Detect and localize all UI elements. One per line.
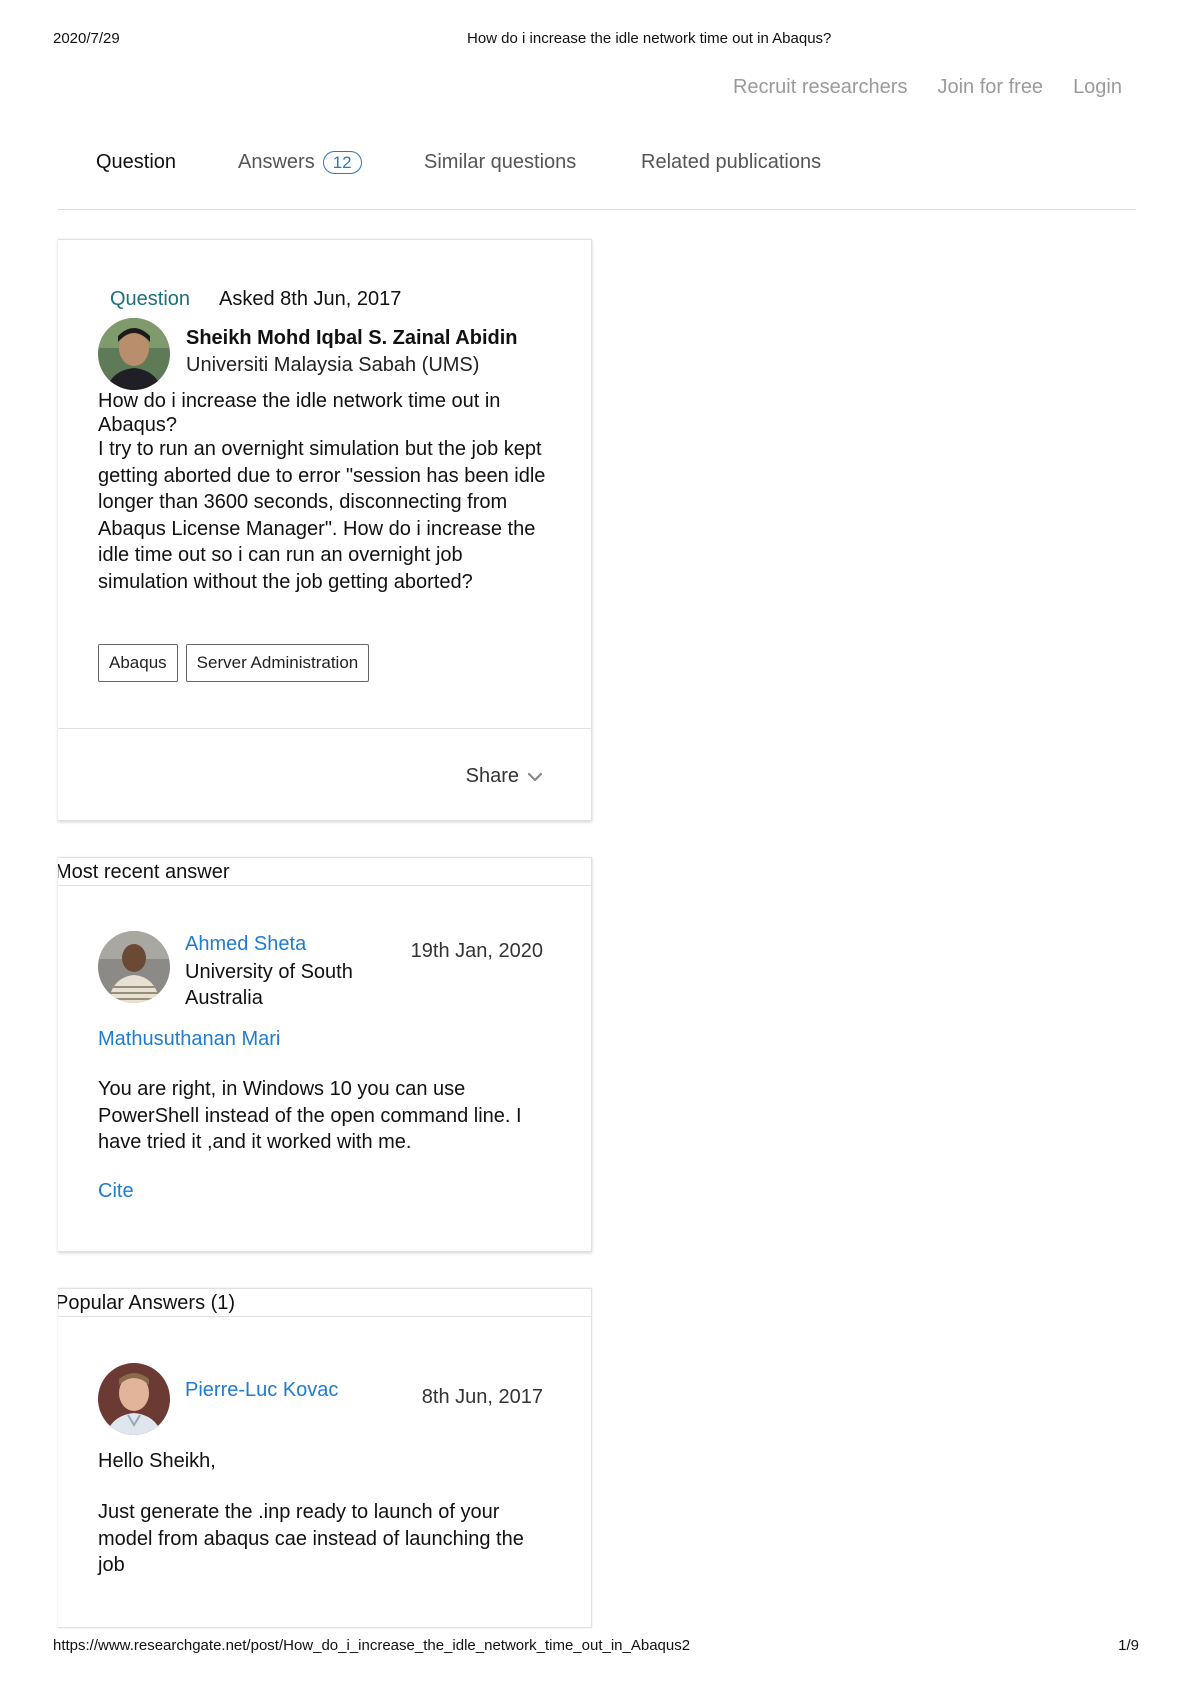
answer-body: You are right, in Windows 10 you can use… <box>98 1078 522 1154</box>
print-title: How do i increase the idle network time … <box>467 30 832 47</box>
top-nav: Recruit researchers Join for free Login <box>733 76 1122 99</box>
question-title: How do i increase the idle network time … <box>98 390 501 436</box>
answer-body: Just generate the .inp ready to launch o… <box>98 1501 524 1577</box>
answer-author-name[interactable]: Ahmed Sheta <box>185 933 306 956</box>
answer-date: 19th Jan, 2020 <box>410 940 543 962</box>
question-tags: Abaqus Server Administration <box>98 644 370 682</box>
mentioned-user-link[interactable]: Mathusuthanan Mari <box>98 1028 280 1051</box>
print-page-number: 1/9 <box>1118 1637 1139 1654</box>
question-author-name[interactable]: Sheikh Mohd Iqbal S. Zainal Abidin <box>186 327 518 350</box>
section-heading-most-recent: Most recent answer <box>58 858 591 886</box>
print-date: 2020/7/29 <box>53 30 120 47</box>
question-body: I try to run an overnight simulation but… <box>98 438 546 593</box>
page-tabs: Question Answers 12 Similar questions Re… <box>58 140 1136 210</box>
cite-link[interactable]: Cite <box>98 1180 134 1203</box>
tab-answers[interactable]: Answers 12 <box>238 151 362 174</box>
question-asked-date: Asked 8th Jun, 2017 <box>219 288 402 310</box>
question-type-label: Question <box>110 288 191 310</box>
most-recent-heading: Most recent answer <box>58 861 230 883</box>
tab-related-publications[interactable]: Related publications <box>641 151 821 174</box>
answers-count-badge: 12 <box>322 151 362 174</box>
tag-abaqus[interactable]: Abaqus <box>98 644 178 682</box>
tag-server-administration[interactable]: Server Administration <box>185 644 370 682</box>
answer-author-name[interactable]: Pierre-Luc Kovac <box>185 1379 338 1402</box>
login-link[interactable]: Login <box>1073 76 1122 99</box>
tab-answers-label: Answers <box>238 151 315 173</box>
tab-similar-label: Similar questions <box>424 151 577 173</box>
avatar[interactable] <box>98 1363 170 1435</box>
tab-question[interactable]: Question <box>96 151 176 174</box>
section-heading-popular: Popular Answers (1) <box>58 1289 591 1317</box>
answer-date: 8th Jun, 2017 <box>421 1386 543 1408</box>
divider <box>58 728 591 729</box>
popular-heading: Popular Answers (1) <box>58 1292 236 1314</box>
popular-answers-card: Popular Answers (1) Pierre-Luc Kovac 8th… <box>58 1288 592 1628</box>
answer-author-institution: University of South Australia <box>185 961 353 1009</box>
tab-similar-questions[interactable]: Similar questions <box>424 151 576 174</box>
question-author-institution: Universiti Malaysia Sabah (UMS) <box>186 354 480 376</box>
answer-greeting: Hello Sheikh, <box>98 1450 216 1472</box>
share-label: Share <box>465 765 519 787</box>
avatar[interactable] <box>98 931 170 1003</box>
most-recent-answer-card: Most recent answer Ahmed Sheta Universit… <box>58 857 592 1252</box>
tab-related-label: Related publications <box>641 151 822 173</box>
question-card: Question Asked 8th Jun, 2017 Sheikh Mohd… <box>58 239 592 821</box>
tab-question-label: Question <box>96 151 177 173</box>
share-button[interactable]: Share <box>466 765 543 788</box>
avatar[interactable] <box>98 318 170 390</box>
print-url: https://www.researchgate.net/post/How_do… <box>53 1637 691 1654</box>
recruit-researchers-link[interactable]: Recruit researchers <box>733 76 908 99</box>
join-for-free-link[interactable]: Join for free <box>937 76 1043 99</box>
chevron-down-icon <box>527 772 543 781</box>
